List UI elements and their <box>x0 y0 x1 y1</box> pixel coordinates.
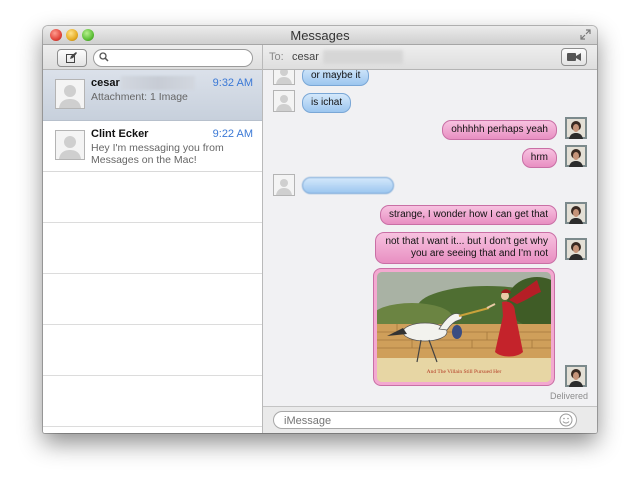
search-field[interactable] <box>93 49 253 67</box>
fullscreen-icon[interactable] <box>580 29 591 40</box>
emoji-icon[interactable] <box>559 413 573 427</box>
user-avatar <box>565 365 587 387</box>
conversation-item-cesar[interactable]: cesar 9:32 AM Attachment: 1 Image <box>43 70 262 121</box>
window-title: Messages <box>290 28 350 43</box>
imessage-field[interactable] <box>273 411 577 429</box>
empty-row <box>43 274 262 325</box>
conversation-time: 9:32 AM <box>212 77 253 89</box>
user-avatar <box>565 238 587 260</box>
delivery-status: Delivered <box>549 391 588 401</box>
avatar <box>55 130 85 160</box>
recipient-name[interactable]: cesar <box>292 51 319 63</box>
sidebar-toolbar <box>43 45 262 70</box>
message-bubble[interactable]: not that I want it... but I don't get wh… <box>375 232 557 264</box>
conversation-item-clint-ecker[interactable]: Clint Ecker 9:22 AM Hey I'm messaging yo… <box>43 121 262 172</box>
chat-pane: To: cesar or maybe it is ichat ohhhhh pe… <box>263 45 597 433</box>
postcard-image: And The Villain Still Pursued Her <box>377 272 551 382</box>
postcard-caption: And The Villain Still Pursued Her <box>427 369 502 375</box>
conversation-name: cesar <box>91 77 120 89</box>
message-bubble[interactable]: ohhhhh perhaps yeah <box>442 120 557 140</box>
avatar <box>273 90 295 112</box>
compose-button[interactable] <box>57 49 87 67</box>
user-avatar <box>565 202 587 224</box>
conversation-sidebar: cesar 9:32 AM Attachment: 1 Image Clint … <box>43 45 263 433</box>
avatar <box>55 79 85 109</box>
video-camera-icon <box>567 53 581 61</box>
to-label: To: <box>269 51 284 63</box>
recipient-bar: To: cesar <box>263 45 597 70</box>
message-bubble[interactable]: strange, I wonder how I can get that <box>380 205 557 225</box>
search-icon <box>99 52 109 62</box>
empty-row <box>43 325 262 376</box>
message-bubble[interactable]: hrm <box>521 148 557 168</box>
messages-window: Messages cesar 9:32 AM Attachment: 1 Ima… <box>43 26 597 433</box>
empty-row <box>43 376 262 427</box>
empty-row <box>43 172 262 223</box>
message-input[interactable] <box>282 413 546 428</box>
conversation-preview: Hey I'm messaging you from Messages on t… <box>91 142 224 166</box>
compose-icon <box>66 52 77 63</box>
user-avatar <box>565 117 587 139</box>
user-avatar <box>565 145 587 167</box>
avatar <box>273 174 295 196</box>
title-bar: Messages <box>43 26 597 45</box>
conversation-name: Clint Ecker <box>91 128 149 140</box>
search-input[interactable] <box>112 51 250 66</box>
image-attachment[interactable]: And The Villain Still Pursued Her <box>373 268 555 386</box>
message-bubble[interactable]: is ichat <box>302 93 352 113</box>
redacted-message-bubble[interactable] <box>302 177 394 194</box>
conversation-time: 9:22 AM <box>212 128 253 140</box>
redacted-name <box>121 76 195 90</box>
conversation-preview: Attachment: 1 Image <box>91 91 188 103</box>
redacted-recipient <box>323 50 403 64</box>
empty-row <box>43 223 262 274</box>
message-input-bar <box>263 406 597 433</box>
video-call-button[interactable] <box>561 48 587 66</box>
